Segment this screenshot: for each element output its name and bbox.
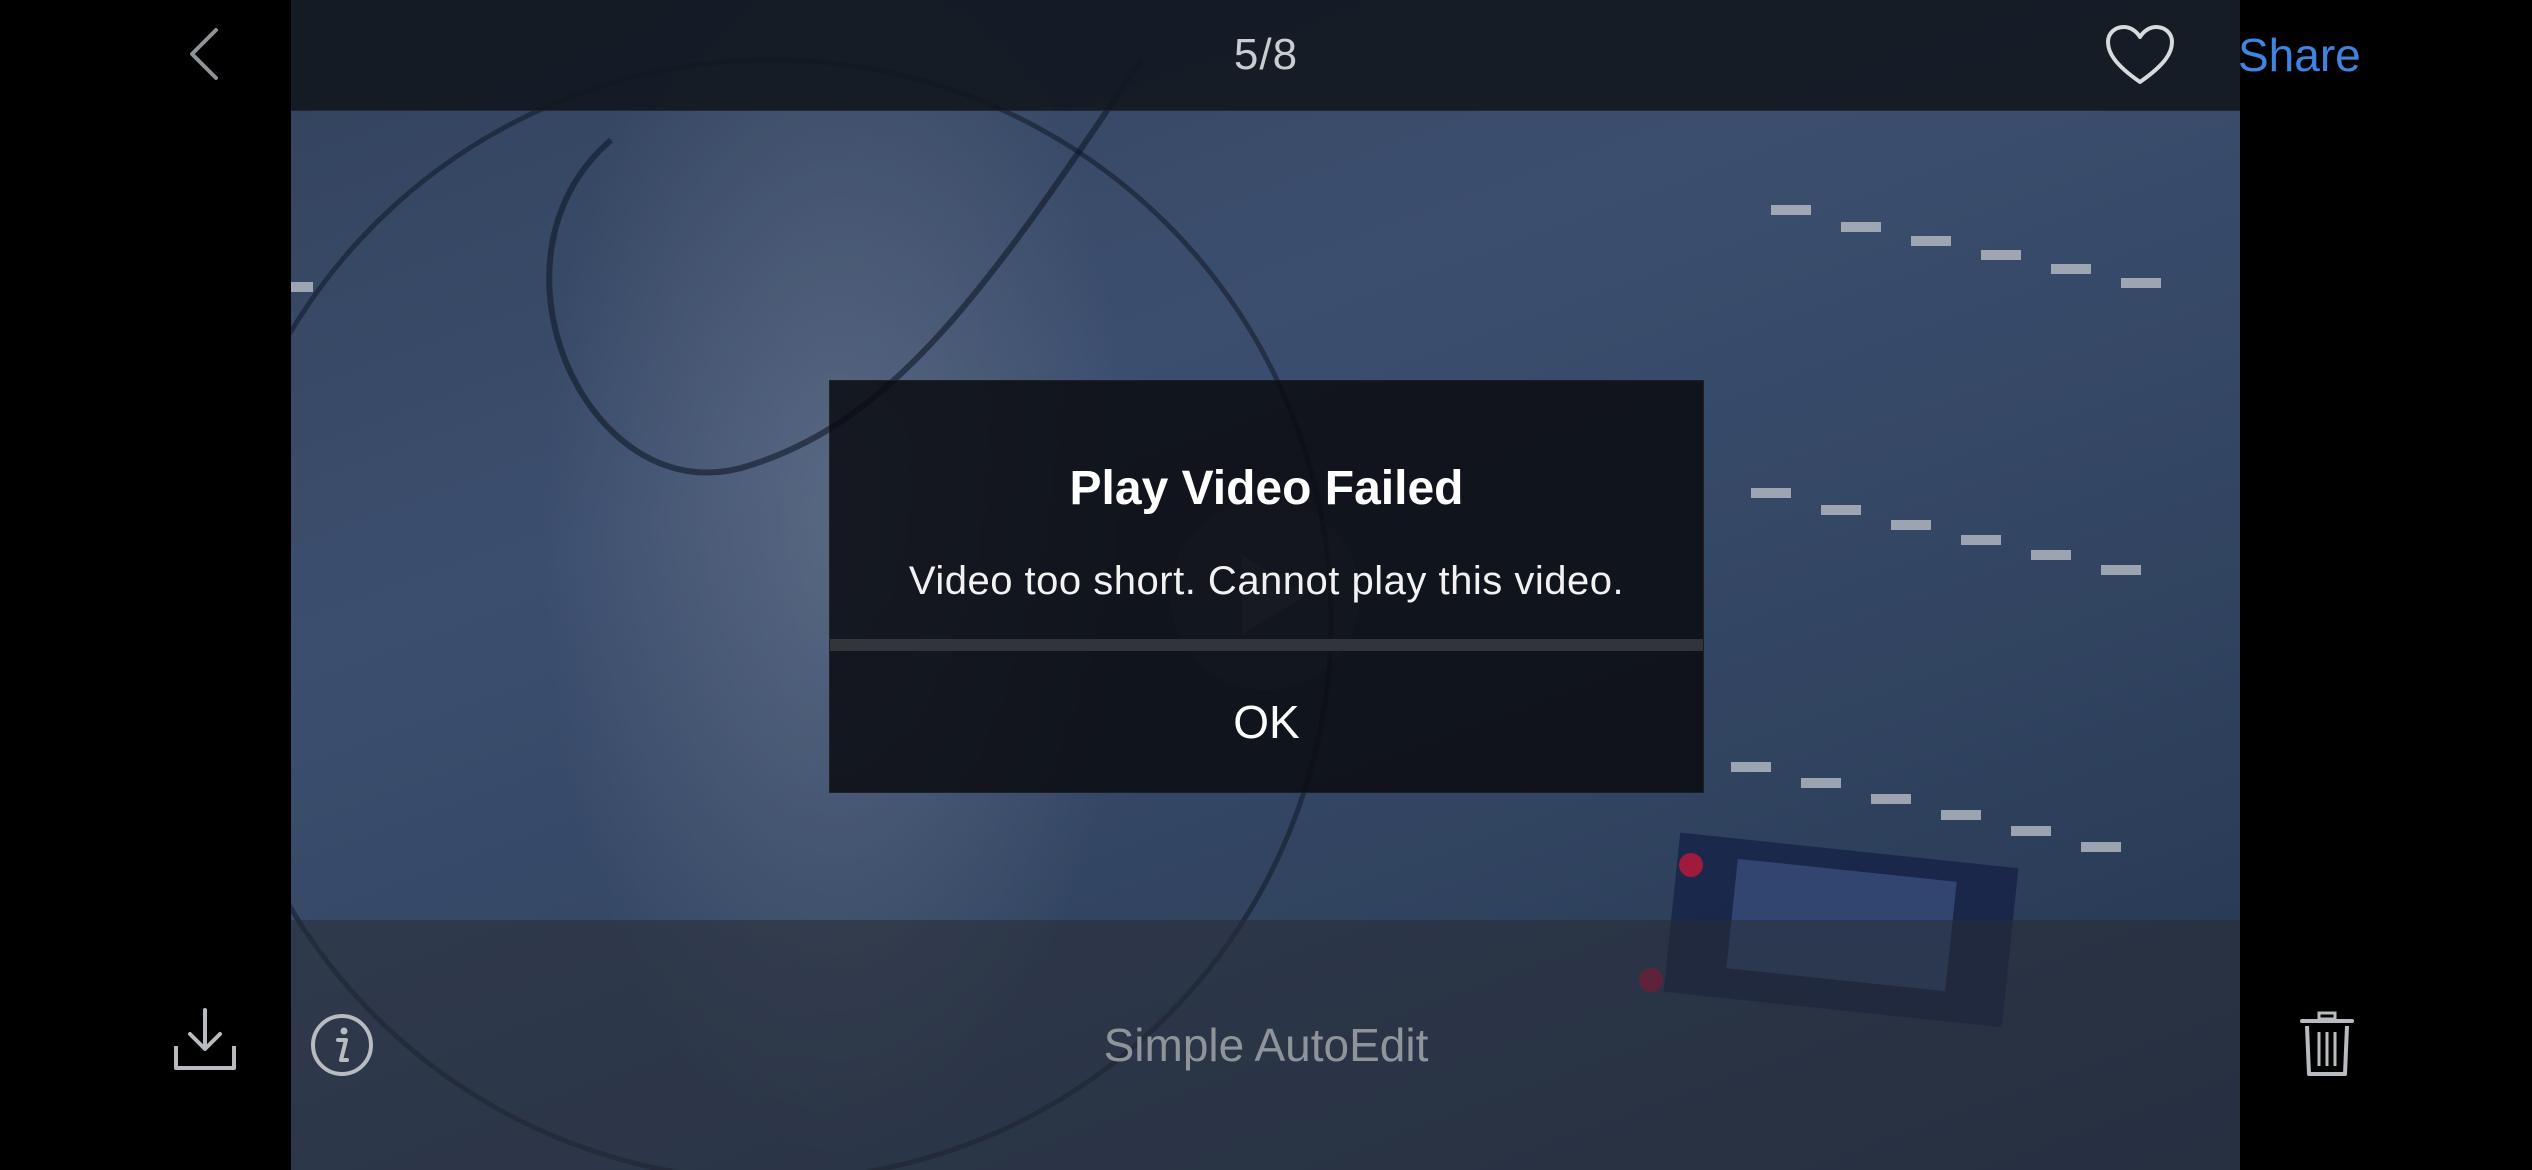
dialog-title: Play Video Failed <box>1069 462 1464 515</box>
download-button[interactable] <box>172 1006 238 1074</box>
delete-button[interactable] <box>2298 1010 2356 1078</box>
dialog-message: Video too short. Cannot play this video. <box>908 559 1625 603</box>
edit-mode-title: Simple AutoEdit <box>1103 1019 1429 1071</box>
alert-dialog: Play Video Failed Video too short. Canno… <box>829 380 1704 793</box>
ok-button[interactable]: OK <box>830 651 1703 792</box>
photo-counter: 5/8 <box>1233 30 1299 79</box>
chevron-left-icon <box>190 28 218 80</box>
dialog-divider <box>830 639 1703 651</box>
favorite-button[interactable] <box>2104 24 2176 88</box>
back-button[interactable] <box>178 22 234 86</box>
share-button[interactable]: Share <box>2238 28 2361 82</box>
heart-icon <box>2106 25 2174 84</box>
info-icon <box>311 1014 373 1076</box>
download-icon <box>174 1008 236 1070</box>
info-button[interactable] <box>309 1012 375 1078</box>
trash-icon <box>2300 1011 2354 1076</box>
